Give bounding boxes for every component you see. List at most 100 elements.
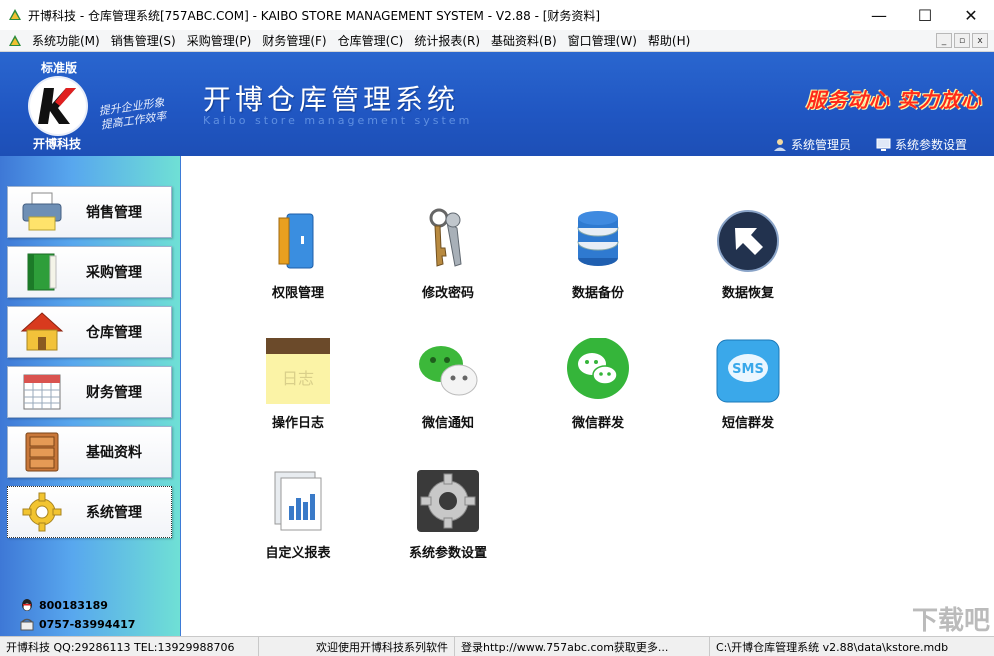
- sidebar-item-basic-data[interactable]: 基础资料: [7, 426, 172, 478]
- main-content: 权限管理 修改密码 数据备份 数据恢复: [181, 156, 994, 636]
- company-logo: [30, 78, 86, 134]
- mdi-minimize-button[interactable]: _: [936, 33, 952, 48]
- header-banner: 标准版 开博科技 提升企业形象 提高工作效率 开博仓库管理系统 Kaibo st…: [0, 52, 994, 156]
- company-name: 开博科技: [33, 135, 81, 152]
- phone-number: 0757-83994417: [39, 618, 135, 631]
- user-icon: [773, 138, 787, 152]
- wechat-circle-icon: [565, 338, 631, 404]
- qq-number: 800183189: [39, 599, 108, 612]
- log-note-icon: 日志: [265, 338, 331, 404]
- green-book-icon: [20, 251, 64, 293]
- settings-label: 系统参数设置: [895, 136, 967, 153]
- tile-label: 操作日志: [272, 412, 324, 431]
- cabinet-icon: [20, 431, 64, 473]
- app-name: 开博仓库管理系统: [203, 78, 459, 118]
- permission-book-icon: [265, 208, 331, 274]
- sidebar-item-system[interactable]: 系统管理: [7, 486, 172, 538]
- keys-icon: [415, 208, 481, 274]
- mdi-close-button[interactable]: x: [972, 33, 988, 48]
- menu-basic-data[interactable]: 基础资料(B): [487, 32, 564, 49]
- gear-icon: [20, 491, 64, 533]
- slogan: 提升企业形象 提高工作效率: [98, 96, 167, 133]
- sidebar-item-label: 系统管理: [86, 502, 142, 522]
- contact-qq: 800183189: [20, 598, 108, 612]
- app-name-english: Kaibo store management system: [203, 114, 472, 127]
- tile-label: 微信通知: [422, 412, 474, 431]
- title-bar: 开博科技 - 仓库管理系统[757ABC.COM] - KAIBO STORE …: [0, 0, 994, 30]
- menu-system-functions[interactable]: 系统功能(M): [28, 32, 107, 49]
- tile-label: 修改密码: [422, 282, 474, 301]
- current-user-link[interactable]: 系统管理员: [773, 136, 851, 153]
- user-label: 系统管理员: [791, 136, 851, 153]
- menu-sales[interactable]: 销售管理(S): [107, 32, 183, 49]
- status-welcome: 欢迎使用开博科技系列软件: [259, 637, 455, 656]
- tile-label: 数据备份: [572, 282, 624, 301]
- edition-label: 标准版: [41, 59, 77, 76]
- menu-reports[interactable]: 统计报表(R): [410, 32, 487, 49]
- menu-window[interactable]: 窗口管理(W): [564, 32, 644, 49]
- restore-arrow-icon: [715, 208, 781, 274]
- menu-purchase[interactable]: 采购管理(P): [183, 32, 259, 49]
- settings-gear-icon: [415, 468, 481, 534]
- system-settings-link[interactable]: 系统参数设置: [876, 136, 967, 153]
- tile-label: 数据恢复: [722, 282, 774, 301]
- maximize-button[interactable]: ☐: [902, 0, 948, 30]
- sidebar-item-label: 财务管理: [86, 382, 142, 402]
- sidebar-item-label: 仓库管理: [86, 322, 142, 342]
- report-icon: [265, 468, 331, 534]
- database-icon: [565, 208, 631, 274]
- tile-custom-report[interactable]: 自定义报表: [238, 468, 358, 568]
- mdi-restore-button[interactable]: ▫: [954, 33, 970, 48]
- status-bar: 开博科技 QQ:29286113 TEL:13929988706 欢迎使用开博科…: [0, 636, 994, 656]
- tile-label: 微信群发: [572, 412, 624, 431]
- mdi-controls: _ ▫ x: [936, 33, 988, 48]
- printer-icon: [20, 191, 64, 233]
- sidebar-item-finance[interactable]: 财务管理: [7, 366, 172, 418]
- status-visit-link[interactable]: 登录http://www.757abc.com获取更多...: [455, 637, 710, 656]
- wechat-bubbles-icon: [415, 338, 481, 404]
- k-logo-icon: [30, 78, 86, 134]
- qq-penguin-icon: [20, 598, 34, 612]
- tile-data-backup[interactable]: 数据备份: [538, 208, 658, 308]
- window-controls: — ☐ ✕: [856, 0, 994, 30]
- sidebar-item-sales[interactable]: 销售管理: [7, 186, 172, 238]
- contact-phone: 0757-83994417: [20, 617, 135, 631]
- status-company-info: 开博科技 QQ:29286113 TEL:13929988706: [0, 637, 259, 656]
- tile-operation-log[interactable]: 日志 操作日志: [238, 338, 358, 438]
- tile-change-password[interactable]: 修改密码: [388, 208, 508, 308]
- tile-permission[interactable]: 权限管理: [238, 208, 358, 308]
- sidebar-item-purchase[interactable]: 采购管理: [7, 246, 172, 298]
- sidebar-item-label: 采购管理: [86, 262, 142, 282]
- tile-data-restore[interactable]: 数据恢复: [688, 208, 808, 308]
- sidebar: 销售管理 采购管理 仓库管理 财务管理: [0, 156, 181, 636]
- tile-label: 短信群发: [722, 412, 774, 431]
- sms-icon: SMS: [715, 338, 781, 404]
- monitor-icon: [876, 138, 891, 152]
- tile-sms-broadcast[interactable]: SMS 短信群发: [688, 338, 808, 438]
- close-button[interactable]: ✕: [948, 0, 994, 30]
- house-icon: [20, 311, 64, 353]
- sidebar-item-label: 基础资料: [86, 442, 142, 462]
- menu-help[interactable]: 帮助(H): [644, 32, 697, 49]
- menu-bar: 系统功能(M) 销售管理(S) 采购管理(P) 财务管理(F) 仓库管理(C) …: [0, 30, 994, 52]
- watermark: 下载吧: [912, 600, 990, 637]
- window-title: 开博科技 - 仓库管理系统[757ABC.COM] - KAIBO STORE …: [28, 7, 600, 24]
- sidebar-item-warehouse[interactable]: 仓库管理: [7, 306, 172, 358]
- tile-label: 系统参数设置: [409, 542, 487, 561]
- log-note-text: 日志: [282, 369, 314, 388]
- phone-icon: [20, 617, 34, 631]
- menu-warehouse[interactable]: 仓库管理(C): [334, 32, 411, 49]
- menu-finance[interactable]: 财务管理(F): [258, 32, 333, 49]
- tile-system-settings[interactable]: 系统参数设置: [388, 468, 508, 568]
- sidebar-item-label: 销售管理: [86, 202, 142, 222]
- sms-icon-text: SMS: [732, 362, 764, 377]
- calendar-icon: [20, 371, 64, 413]
- minimize-button[interactable]: —: [856, 0, 902, 30]
- tile-label: 自定义报表: [265, 542, 330, 561]
- tile-label: 权限管理: [272, 282, 324, 301]
- tile-wechat-notify[interactable]: 微信通知: [388, 338, 508, 438]
- tile-wechat-broadcast[interactable]: 微信群发: [538, 338, 658, 438]
- status-db-path: C:\开博仓库管理系统 v2.88\data\kstore.mdb: [710, 637, 954, 656]
- app-triangle-icon: [8, 8, 22, 22]
- motto: 服务动心 实力放心: [806, 84, 982, 113]
